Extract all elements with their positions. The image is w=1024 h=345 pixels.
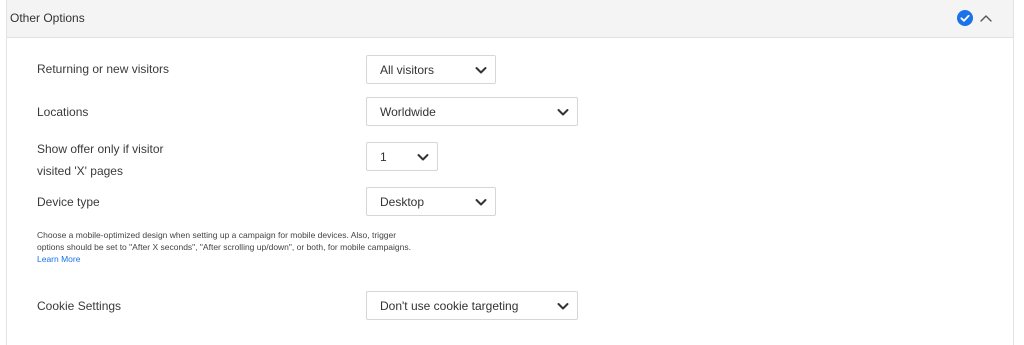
check-circle-icon [957, 10, 973, 26]
returning-visitors-label: Returning or new visitors [37, 62, 170, 76]
chevron-up-icon[interactable] [979, 10, 993, 26]
pages-label-line2: visited 'X' pages [37, 164, 123, 178]
chevron-down-icon [475, 199, 487, 206]
chevron-down-icon [417, 154, 429, 161]
device-type-note: Choose a mobile-optimized design when se… [37, 229, 487, 265]
learn-more-link[interactable]: Learn More [37, 253, 487, 265]
returning-visitors-value: All visitors [380, 63, 435, 77]
visited-pages-value: 1 [380, 150, 387, 164]
device-type-value: Desktop [380, 195, 425, 209]
device-type-label: Device type [37, 195, 100, 209]
note-line-1: Choose a mobile-optimized design when se… [37, 230, 397, 240]
chevron-down-icon [557, 303, 569, 310]
cookie-settings-label: Cookie Settings [37, 299, 122, 313]
locations-label: Locations [37, 105, 89, 119]
returning-visitors-select[interactable]: All visitors [366, 55, 496, 84]
note-line-2: options should be set to "After X second… [37, 242, 411, 252]
other-options-panel: Other Options Returning or new visitors … [6, 0, 1014, 345]
section-header[interactable]: Other Options [7, 0, 1013, 38]
chevron-down-icon [557, 109, 569, 116]
cookie-settings-value: Don't use cookie targeting [380, 299, 519, 313]
device-type-select[interactable]: Desktop [366, 187, 496, 216]
pages-label-line1: Show offer only if visitor [37, 142, 164, 156]
visited-pages-select[interactable]: 1 [366, 142, 438, 171]
cookie-settings-select[interactable]: Don't use cookie targeting [366, 291, 578, 320]
pages-label: Show offer only if visitor visited 'X' p… [37, 141, 164, 180]
locations-value: Worldwide [380, 105, 436, 119]
chevron-down-icon [475, 67, 487, 74]
locations-select[interactable]: Worldwide [366, 97, 578, 126]
section-title: Other Options [10, 11, 85, 25]
